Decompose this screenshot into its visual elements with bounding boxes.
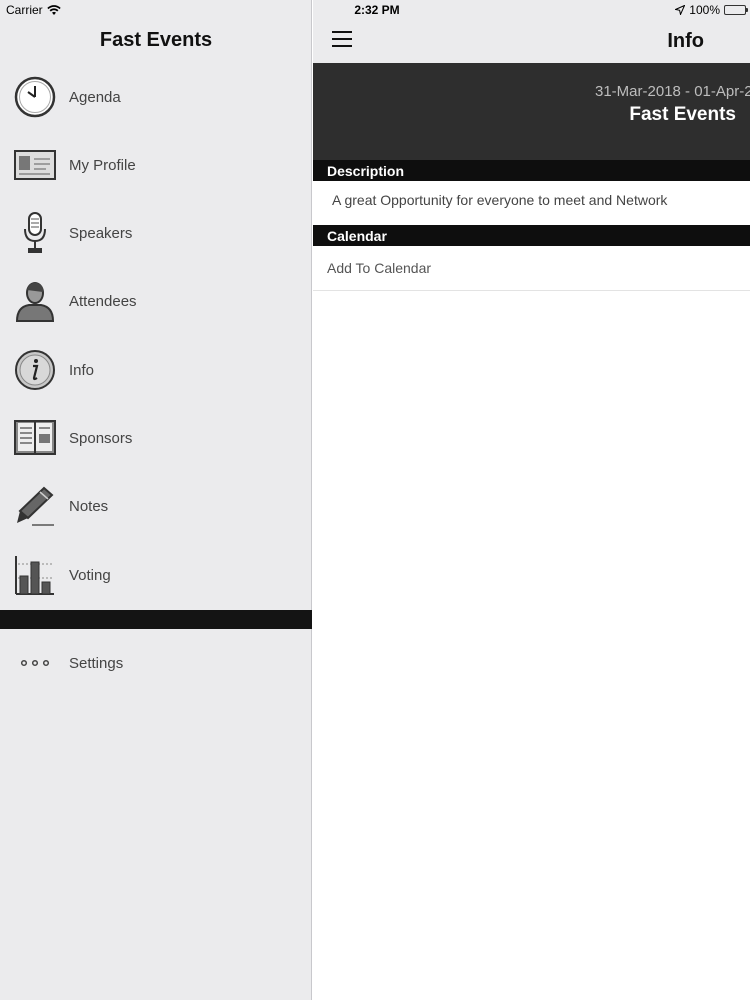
sidebar-item-label: Attendees xyxy=(69,292,137,310)
event-dates: 31-Mar-2018 - 01-Apr-2 xyxy=(595,83,750,100)
location-arrow-icon xyxy=(675,5,686,15)
description-header: Description xyxy=(313,160,750,181)
sidebar-item-speakers[interactable]: Speakers xyxy=(0,203,312,263)
sidebar-item-label: Agenda xyxy=(69,88,121,106)
sidebar-item-label: Settings xyxy=(69,654,124,672)
info-icon xyxy=(13,348,57,392)
book-icon xyxy=(13,416,57,460)
person-icon xyxy=(13,279,57,323)
battery-percent: 100% xyxy=(689,3,720,17)
sidebar-item-settings[interactable]: Settings xyxy=(0,633,312,693)
sidebar-item-label: Speakers xyxy=(69,224,133,242)
id-card-icon xyxy=(13,143,57,187)
hamburger-icon[interactable] xyxy=(332,31,352,49)
section-header-label: Calendar xyxy=(327,228,387,244)
sidebar-item-label: Sponsors xyxy=(69,429,133,447)
sidebar-item-agenda[interactable]: Agenda xyxy=(0,67,312,127)
pen-icon xyxy=(13,484,57,528)
sidebar-item-label: Info xyxy=(69,361,95,379)
status-time: 2:32 PM xyxy=(354,3,400,17)
status-right: 100% xyxy=(675,3,748,17)
event-banner: 31-Mar-2018 - 01-Apr-2 Fast Events xyxy=(313,63,750,160)
status-bar: Carrier 2:32 PM 100% xyxy=(0,0,750,20)
bar-chart-icon xyxy=(13,553,57,597)
sidebar-item-label: Notes xyxy=(69,497,109,515)
sidebar-item-notes[interactable]: Notes xyxy=(0,476,312,536)
sidebar-item-sponsors[interactable]: Sponsors xyxy=(0,408,312,468)
page-title: Info xyxy=(667,30,704,52)
sidebar: Fast Events Agenda My Profile Speakers A… xyxy=(0,0,312,1000)
sidebar-item-label: My Profile xyxy=(69,156,136,174)
sidebar-item-voting[interactable]: Voting xyxy=(0,545,312,605)
event-name: Fast Events xyxy=(629,104,736,125)
description-text: A great Opportunity for everyone to meet… xyxy=(332,192,668,208)
more-dots-icon xyxy=(13,641,57,685)
section-header-label: Description xyxy=(327,163,405,179)
sidebar-item-label: Voting xyxy=(69,566,111,584)
sidebar-item-info[interactable]: Info xyxy=(0,340,312,400)
battery-icon xyxy=(724,5,748,15)
sidebar-divider xyxy=(0,610,312,629)
sidebar-item-attendees[interactable]: Attendees xyxy=(0,271,312,331)
add-to-calendar-label: Add To Calendar xyxy=(327,260,432,276)
main-panel: Info 31-Mar-2018 - 01-Apr-2 Fast Events … xyxy=(313,0,750,1000)
add-to-calendar-row[interactable]: Add To Calendar xyxy=(313,246,750,291)
sidebar-item-my-profile[interactable]: My Profile xyxy=(0,135,312,195)
calendar-header: Calendar xyxy=(313,225,750,246)
microphone-icon xyxy=(13,211,57,255)
sidebar-title: Fast Events xyxy=(99,29,213,51)
clock-icon xyxy=(13,75,57,119)
